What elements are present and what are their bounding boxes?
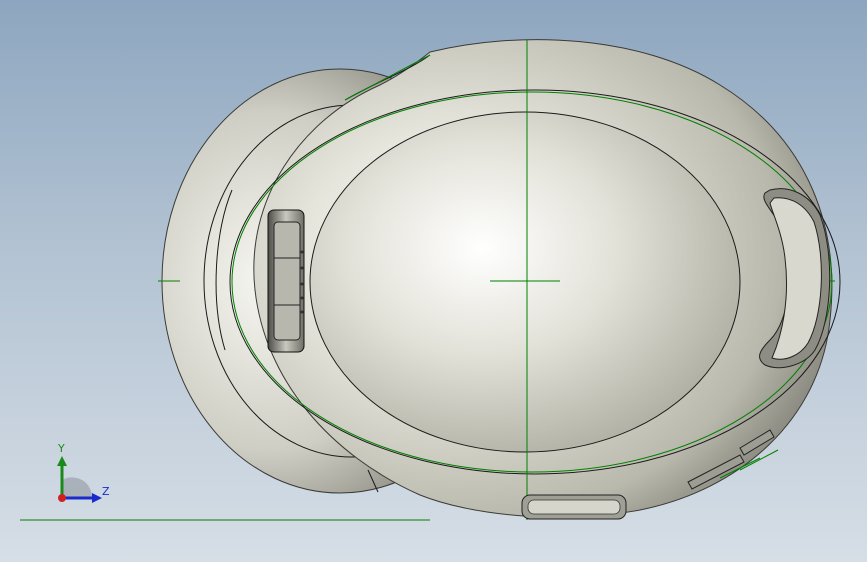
top-face — [309, 111, 741, 453]
cad-model-view[interactable] — [0, 0, 867, 562]
triad-x-axis-dot — [58, 494, 66, 502]
triad-y-arrow — [57, 456, 67, 466]
graphics-viewport[interactable]: Y Z — [0, 0, 867, 562]
connector-pin-1 — [300, 250, 304, 254]
connector-pin-2 — [300, 266, 304, 270]
triad-y-label: Y — [58, 442, 65, 455]
connector-pin-3 — [300, 282, 304, 286]
connector-pin-5 — [300, 310, 304, 314]
side-connector-face — [273, 221, 301, 341]
connector-pin-4 — [300, 296, 304, 300]
triad-z-label: Z — [102, 485, 110, 498]
triad-z-arrow — [92, 493, 102, 503]
triad-xy-plane — [62, 477, 93, 498]
bottom-slot-inner — [527, 499, 621, 515]
